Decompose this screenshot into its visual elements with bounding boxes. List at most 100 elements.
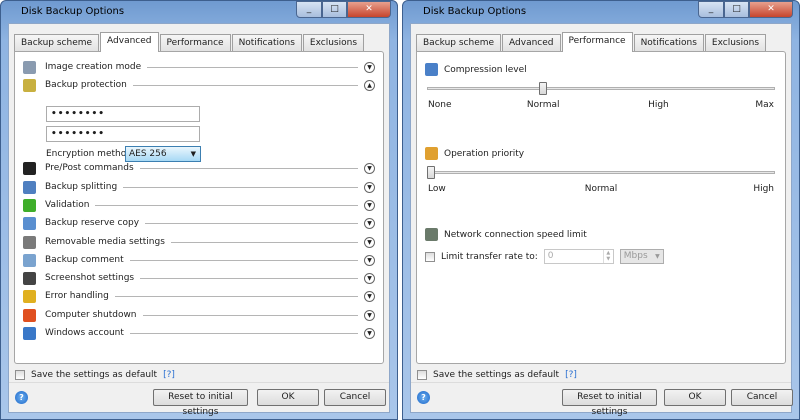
cancel-button[interactable]: Cancel bbox=[324, 389, 386, 406]
chevron-down-icon[interactable]: ▼ bbox=[364, 61, 375, 73]
option-section[interactable]: Image creation mode ▼ bbox=[23, 60, 375, 74]
reset-button[interactable]: Reset to initial settings bbox=[153, 389, 248, 417]
advanced-panel: •••••••• •••••••• Encryption method: AES… bbox=[14, 51, 384, 364]
save-default-checkbox[interactable] bbox=[15, 370, 25, 380]
network-icon bbox=[425, 228, 438, 241]
help-icon[interactable]: ? bbox=[15, 391, 28, 404]
chevron-down-icon[interactable]: ▼ bbox=[364, 327, 375, 339]
minimize-button[interactable]: _ bbox=[296, 1, 322, 18]
tab-bar: Backup scheme Advanced Performance Notif… bbox=[14, 32, 365, 52]
option-section[interactable]: Removable media settings ▼ bbox=[23, 235, 375, 249]
chevron-down-icon[interactable]: ▼ bbox=[364, 290, 375, 302]
compression-slider-thumb[interactable] bbox=[539, 82, 548, 95]
chevron-down-icon[interactable]: ▼ bbox=[364, 254, 375, 266]
option-section-label: Windows account bbox=[45, 328, 124, 338]
ok-button[interactable]: OK bbox=[257, 389, 319, 406]
unit-select[interactable]: Mbps ▼ bbox=[619, 249, 664, 264]
option-section[interactable]: Windows account ▼ bbox=[23, 326, 375, 340]
priority-slider-thumb[interactable] bbox=[427, 166, 435, 179]
close-button[interactable]: ✕ bbox=[347, 1, 391, 18]
option-section-label: Image creation mode bbox=[45, 62, 142, 72]
option-section[interactable]: Computer shutdown ▼ bbox=[23, 308, 375, 322]
tab-advanced[interactable]: Advanced bbox=[100, 32, 159, 52]
priority-slider[interactable]: Low Normal High bbox=[427, 166, 775, 194]
save-default-checkbox[interactable] bbox=[417, 370, 427, 380]
option-section-label: Backup splitting bbox=[45, 182, 118, 192]
option-section-label: Removable media settings bbox=[45, 237, 165, 247]
advanced-options-window: Disk Backup Options _ □ ✕ Backup scheme Ad… bbox=[0, 0, 398, 420]
close-button[interactable]: ✕ bbox=[749, 1, 793, 18]
tab-backup-scheme[interactable]: Backup scheme bbox=[14, 34, 100, 51]
lock-icon bbox=[23, 78, 36, 92]
tick-normal: Normal bbox=[526, 100, 560, 110]
tab-backup-scheme[interactable]: Backup scheme bbox=[416, 34, 502, 51]
tab-notifications[interactable]: Notifications bbox=[231, 34, 302, 51]
option-section[interactable]: Error handling ▼ bbox=[23, 289, 375, 303]
limit-rate-checkbox[interactable] bbox=[425, 251, 435, 262]
performance-options-window: Disk Backup Options _ □ ✕ Backup scheme Ad… bbox=[402, 0, 800, 420]
chevron-up-icon[interactable]: ▲ bbox=[364, 79, 375, 91]
divider bbox=[145, 222, 358, 224]
option-section-label: Backup reserve copy bbox=[45, 218, 140, 228]
dropdown-arrow-icon: ▼ bbox=[655, 253, 660, 260]
divider bbox=[140, 277, 358, 279]
tick-none: None bbox=[428, 100, 452, 110]
option-section-label: Screenshot settings bbox=[45, 273, 135, 283]
window-title: Disk Backup Options bbox=[423, 6, 527, 17]
help-link[interactable]: [?] bbox=[163, 370, 175, 380]
tab-exclusions[interactable]: Exclusions bbox=[704, 34, 767, 51]
spinner-arrows-icon[interactable]: ▲ ▼ bbox=[602, 250, 613, 263]
minimize-button[interactable]: _ bbox=[698, 1, 724, 18]
option-section[interactable]: Backup reserve copy ▼ bbox=[23, 216, 375, 230]
divider bbox=[114, 295, 358, 297]
maximize-button[interactable]: □ bbox=[322, 1, 347, 18]
split-icon bbox=[23, 180, 36, 194]
encryption-method-select[interactable]: AES 256 ▼ bbox=[125, 146, 201, 162]
chevron-down-icon[interactable]: ▼ bbox=[364, 199, 375, 211]
password-confirm-field[interactable]: •••••••• bbox=[46, 126, 200, 142]
camera-icon bbox=[23, 271, 36, 285]
option-section-label: Backup comment bbox=[45, 255, 124, 265]
tick-max: Max bbox=[755, 100, 774, 110]
maximize-button[interactable]: □ bbox=[724, 1, 749, 18]
option-section[interactable]: Validation ▼ bbox=[23, 198, 375, 212]
divider bbox=[129, 259, 358, 261]
chevron-down-icon[interactable]: ▼ bbox=[364, 236, 375, 248]
tab-performance[interactable]: Performance bbox=[561, 32, 633, 52]
unit-value: Mbps bbox=[623, 251, 648, 261]
divider bbox=[123, 186, 358, 188]
tab-performance[interactable]: Performance bbox=[159, 34, 231, 51]
chevron-down-icon[interactable]: ▼ bbox=[364, 181, 375, 193]
tab-advanced[interactable]: Advanced bbox=[502, 34, 561, 51]
option-section-label: Validation bbox=[45, 200, 90, 210]
performance-panel: Compression level None Normal High Max O… bbox=[416, 51, 786, 364]
chevron-down-icon[interactable]: ▼ bbox=[364, 272, 375, 284]
help-link[interactable]: [?] bbox=[565, 370, 577, 380]
priority-icon bbox=[425, 147, 438, 160]
tab-exclusions[interactable]: Exclusions bbox=[302, 34, 365, 51]
tick-high: High bbox=[648, 100, 669, 110]
terminal-icon bbox=[23, 161, 36, 175]
option-section[interactable]: Backup protection ▲ bbox=[23, 78, 375, 92]
compression-slider[interactable]: None Normal High Max bbox=[427, 82, 775, 110]
tab-bar: Backup scheme Advanced Performance Notif… bbox=[416, 32, 767, 52]
ok-button[interactable]: OK bbox=[664, 389, 726, 406]
reset-button[interactable]: Reset to initial settings bbox=[562, 389, 657, 417]
tab-notifications[interactable]: Notifications bbox=[633, 34, 704, 51]
chevron-down-icon[interactable]: ▼ bbox=[364, 217, 375, 229]
option-section[interactable]: Backup splitting ▼ bbox=[23, 180, 375, 194]
option-section[interactable]: Screenshot settings ▼ bbox=[23, 271, 375, 285]
rate-input[interactable]: 0 ▲ ▼ bbox=[543, 249, 614, 264]
option-section[interactable]: Pre/Post commands ▼ bbox=[23, 161, 375, 175]
cancel-button[interactable]: Cancel bbox=[731, 389, 793, 406]
option-section-label: Backup protection bbox=[45, 80, 127, 90]
chevron-down-icon[interactable]: ▼ bbox=[364, 162, 375, 174]
option-section[interactable]: Backup comment ▼ bbox=[23, 253, 375, 267]
save-default-row: Save the settings as default [?] bbox=[417, 370, 577, 380]
rate-value: 0 bbox=[547, 251, 554, 261]
password-field[interactable]: •••••••• bbox=[46, 106, 200, 122]
copy-icon bbox=[23, 216, 36, 230]
chevron-down-icon[interactable]: ▼ bbox=[364, 309, 375, 321]
checkmark-icon bbox=[23, 198, 36, 212]
help-icon[interactable]: ? bbox=[417, 391, 430, 404]
